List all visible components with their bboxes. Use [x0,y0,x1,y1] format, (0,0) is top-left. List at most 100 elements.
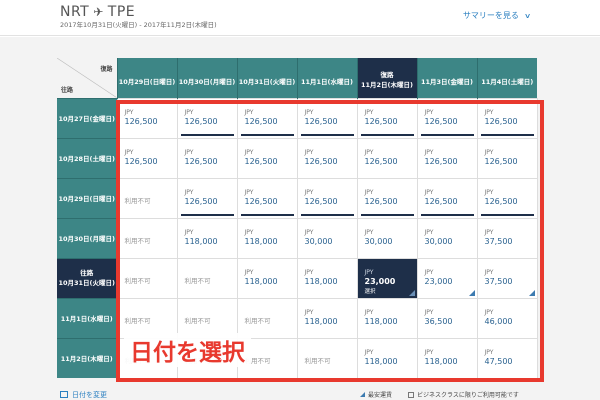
fare-currency: JPY [424,108,434,116]
fare-cell[interactable]: JPY 126,500 [296,97,358,139]
fare-calendar-grid: 復路 往路 10月29日(日曜日) 10月30日(月曜日) 10月31日(火曜日) 1… [57,58,538,379]
fare-price: 126,500 [184,156,218,166]
row-header-date[interactable]: 10月28日(土曜日) [57,137,117,178]
fare-price: 118,000 [244,236,278,246]
fare-cell[interactable]: JPY 118,000 [296,297,358,339]
row-header-date[interactable]: 10月29日(日曜日) [57,177,117,218]
fare-price: 118,000 [364,316,398,326]
fare-cell[interactable]: JPY 118,000 [356,297,418,339]
fare-cell[interactable]: JPY 118,000 [356,337,418,379]
fare-currency: JPY [484,268,494,276]
fare-cell[interactable]: JPY 126,500 [176,177,238,219]
fare-cell[interactable]: JPY 118,000 [176,217,238,259]
fare-cell[interactable]: JPY 126,500 [416,137,478,179]
fare-cell[interactable]: JPY 126,500 [296,177,358,219]
fare-price: 37,500 [484,236,513,246]
column-date-label: 10月29日(日曜日) [118,77,176,86]
column-header-row: 復路 往路 10月29日(日曜日) 10月30日(月曜日) 10月31日(火曜日) 1… [57,58,537,98]
fare-cell[interactable]: JPY 126,500 [416,97,478,139]
fare-cell[interactable]: JPY 118,000 [296,257,358,299]
fare-currency: JPY [364,348,374,356]
fare-price: 118,000 [304,276,338,286]
column-header-date[interactable]: 10月30日(月曜日) [176,58,237,98]
grid-corner: 復路 往路 [57,58,117,98]
fare-cell[interactable]: JPY 37,500 [476,257,538,299]
fare-cell[interactable]: JPY 126,500 [356,177,418,219]
fare-cell-unavailable: 利用不可 [116,257,178,299]
fare-cell-unavailable: 利用不可 [236,297,298,339]
fare-cell-unavailable: 利用不可 [116,217,178,259]
grid-row: 11月1日(水曜日) 利用不可 利用不可 利用不可 JPY 118,000 JPY 118,0… [57,297,538,339]
fare-cell[interactable]: JPY 126,500 [236,177,298,219]
fare-underline [420,213,474,216]
column-header-date[interactable]: 11月1日(水曜日) [296,58,357,98]
fare-cell[interactable]: JPY 126,500 [416,177,478,219]
fare-currency: JPY [484,308,494,316]
fare-cell[interactable]: JPY 30,000 [296,217,358,259]
fare-cell[interactable]: JPY 126,500 [236,97,298,139]
unavailable-label: 利用不可 [244,316,271,325]
cheapest-fare-icon [408,289,415,296]
fare-cell[interactable]: JPY 126,500 [356,137,418,179]
column-header-date[interactable]: 復路 11月2日(木曜日) [356,58,417,98]
corner-return-label: 復路 [100,66,113,73]
column-header-date[interactable]: 11月4日(土曜日) [476,58,537,98]
fare-currency: JPY [304,228,314,236]
fare-cell[interactable]: JPY 30,000 [356,217,418,259]
row-date-label: 10月29日(日曜日) [58,195,116,203]
fare-cell[interactable]: JPY 126,500 [476,177,538,219]
row-header-date[interactable]: 11月2日(木曜日) [57,337,117,378]
row-header-date[interactable]: 10月30日(月曜日) [57,217,117,258]
fare-currency: JPY [304,108,314,116]
row-date-label: 11月1日(水曜日) [60,315,113,323]
fare-cell[interactable]: JPY 30,000 [416,217,478,259]
fare-currency: JPY [304,268,314,276]
fare-currency: JPY [364,308,374,316]
column-header-date[interactable]: 10月31日(火曜日) [236,58,297,98]
fare-currency: JPY [184,188,194,196]
fare-currency: JPY [304,148,314,156]
fare-cell[interactable]: JPY 37,500 [476,217,538,259]
fare-price: 46,000 [484,316,513,326]
row-header-date[interactable]: 11月1日(水曜日) [57,297,117,338]
fare-cell[interactable]: JPY 126,500 [476,137,538,179]
row-header-date[interactable]: 10月27日(金曜日) [57,97,117,138]
travel-dates: 2017年10月31日(火曜日) - 2017年11月2日(木曜日) [60,21,217,29]
business-class-icon [407,392,414,398]
fare-currency: JPY [304,308,314,316]
unavailable-label: 利用不可 [304,356,331,365]
summary-link[interactable]: サマリーを見る ∨ [463,10,532,21]
fare-cell[interactable]: JPY 126,500 [236,137,298,179]
fare-cell[interactable]: JPY 23,000 [416,257,478,299]
fare-cell[interactable]: JPY 126,500 [356,97,418,139]
fare-cell[interactable]: JPY 118,000 [236,257,298,299]
fare-cell[interactable]: JPY 118,000 [236,217,298,259]
column-header-date[interactable]: 10月29日(日曜日) [116,58,177,98]
fare-price: 126,500 [244,196,278,206]
fare-cell[interactable]: JPY 47,500 [476,337,538,379]
chevron-down-icon: ∨ [523,12,532,20]
fare-cell[interactable]: JPY 126,500 [116,137,178,179]
column-header-date[interactable]: 11月3日(金曜日) [416,58,477,98]
grid-row: 10月28日(土曜日) JPY 126,500 JPY 126,500 JPY 126,50… [57,137,538,179]
row-header-date[interactable]: 往路 10月31日(火曜日) [57,257,117,298]
fare-cell[interactable]: JPY 126,500 [176,137,238,179]
fare-underline [180,133,234,136]
fare-cell[interactable]: JPY 126,500 [116,97,178,139]
legend-business: ビジネスクラスに限りご利用可能です [416,392,519,399]
fare-price: 30,000 [364,236,393,246]
fare-currency: JPY [424,228,434,236]
fare-cell[interactable]: JPY 36,500 [416,297,478,339]
fare-cell[interactable]: JPY 126,500 [476,97,538,139]
legend-cheapest: 最安運賃 [368,392,393,399]
fare-cell[interactable]: JPY 126,500 [296,137,358,179]
fare-cell[interactable]: JPY 46,000 [476,297,538,339]
row-date-label: 10月28日(土曜日) [58,155,116,163]
fare-cell-selected[interactable]: JPY 23,000 選択 [356,257,418,299]
origin-code: NRT [60,4,90,20]
fare-cell[interactable]: JPY 118,000 [416,337,478,379]
unavailable-label: 利用不可 [124,236,151,245]
fare-price: 118,000 [304,316,338,326]
change-date-link[interactable]: 日付を変更 [60,390,107,400]
fare-cell[interactable]: JPY 126,500 [176,97,238,139]
